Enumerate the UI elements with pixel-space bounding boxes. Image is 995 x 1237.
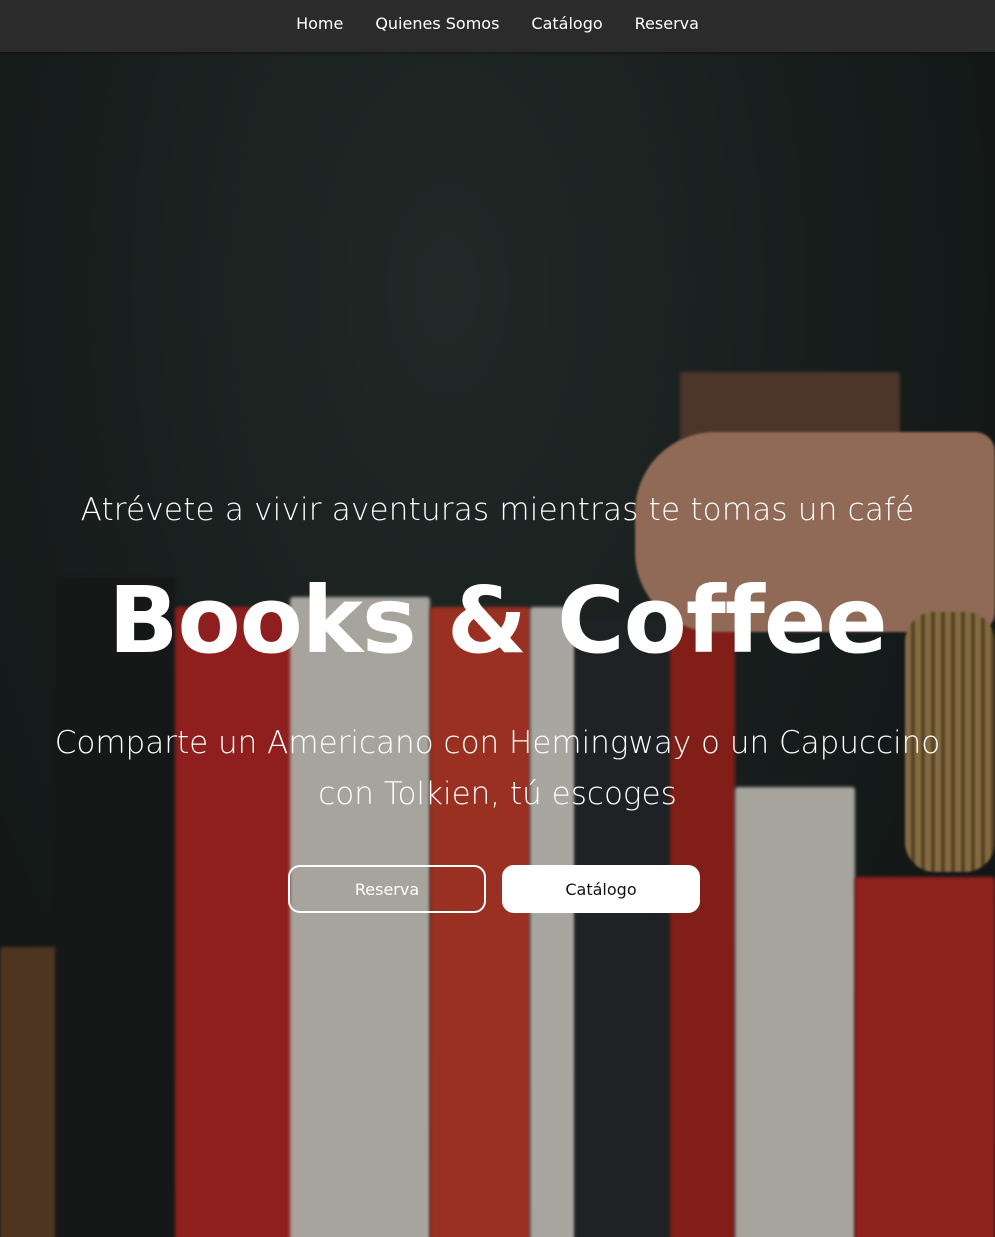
catalogo-button[interactable]: Catálogo xyxy=(502,865,700,913)
nav-home-link[interactable]: Home xyxy=(296,14,343,39)
hero-title: Books & Coffee xyxy=(108,567,887,674)
hero-tagline: Atrévete a vivir aventuras mientras te t… xyxy=(80,492,915,528)
hero-section: Atrévete a vivir aventuras mientras te t… xyxy=(0,52,995,1237)
nav-quienes-somos-link[interactable]: Quienes Somos xyxy=(375,14,499,39)
reserva-button[interactable]: Reserva xyxy=(288,865,486,913)
nav-catalogo-link[interactable]: Catálogo xyxy=(531,14,602,39)
nav-reserva-link[interactable]: Reserva xyxy=(635,14,699,39)
top-navbar: Home Quienes Somos Catálogo Reserva xyxy=(0,0,995,52)
hero-subtitle: Comparte un Americano con Hemingway o un… xyxy=(54,725,941,812)
